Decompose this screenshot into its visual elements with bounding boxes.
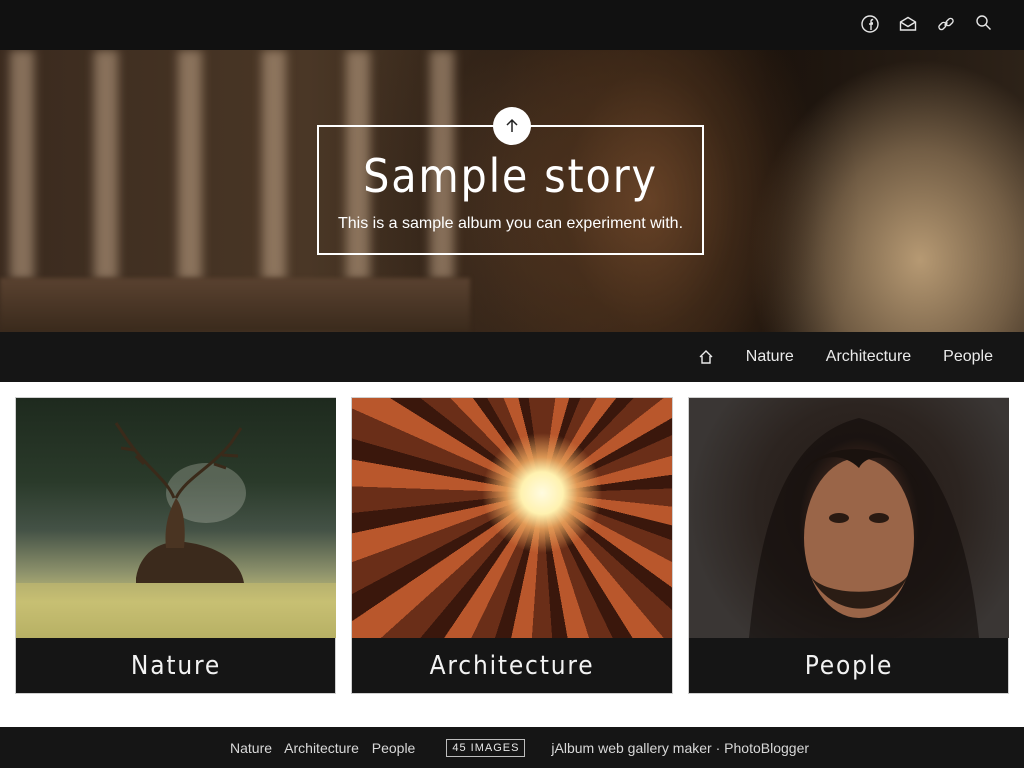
link-icon[interactable] [934, 12, 958, 36]
hero-background-rail [0, 278, 470, 332]
folder-card-label: Architecture [429, 650, 595, 681]
credit-separator: · [715, 739, 721, 756]
people-thumbnail[interactable] [688, 398, 1009, 638]
story-description: This is a sample album you can experimen… [337, 215, 684, 232]
folder-card-nature[interactable]: Nature [15, 397, 337, 694]
deer-image [16, 422, 336, 638]
home-button[interactable] [698, 349, 714, 365]
share-icons [858, 12, 996, 36]
nav-item-people[interactable]: People [943, 348, 993, 366]
footer-content: Nature Architecture People 45 images jAl… [230, 727, 809, 768]
nature-thumbnail[interactable] [16, 398, 336, 638]
folder-card-people[interactable]: People [687, 397, 1009, 694]
folder-card-label: Nature [130, 650, 222, 681]
home-icon [699, 350, 713, 364]
skin-link[interactable]: PhotoBlogger [724, 740, 809, 756]
portrait-image [748, 418, 979, 638]
folder-card-label: People [804, 650, 893, 681]
up-button[interactable] [493, 107, 531, 145]
top-bar [0, 0, 1024, 50]
footer-link-people[interactable]: People [372, 740, 416, 756]
footer-link-architecture[interactable]: Architecture [284, 740, 359, 756]
nav-item-nature[interactable]: Nature [746, 348, 794, 366]
hero-banner: Sample story This is a sample album you … [0, 50, 1024, 332]
folder-card-architecture[interactable]: Architecture [351, 397, 673, 694]
footer: Nature Architecture People 45 images jAl… [0, 727, 1024, 768]
architecture-thumbnail[interactable] [352, 398, 673, 638]
folder-nav-bar: Nature Architecture People [0, 332, 1024, 382]
arrow-up-icon [506, 118, 518, 132]
folder-cards: Nature Architecture People [15, 397, 1009, 695]
footer-link-nature[interactable]: Nature [230, 740, 272, 756]
nav-item-architecture[interactable]: Architecture [826, 348, 911, 366]
footer-links: Nature Architecture People [230, 740, 424, 756]
email-icon[interactable] [896, 12, 920, 36]
story-title: Sample story [363, 149, 658, 203]
image-count-badge: 45 images [446, 738, 526, 757]
folder-nav: Nature Architecture People [698, 332, 993, 382]
jalbum-link[interactable]: jAlbum web gallery maker [551, 740, 711, 756]
facebook-icon[interactable] [858, 12, 882, 36]
credit: jAlbum web gallery maker · PhotoBlogger [551, 740, 809, 756]
search-icon[interactable] [972, 12, 996, 36]
